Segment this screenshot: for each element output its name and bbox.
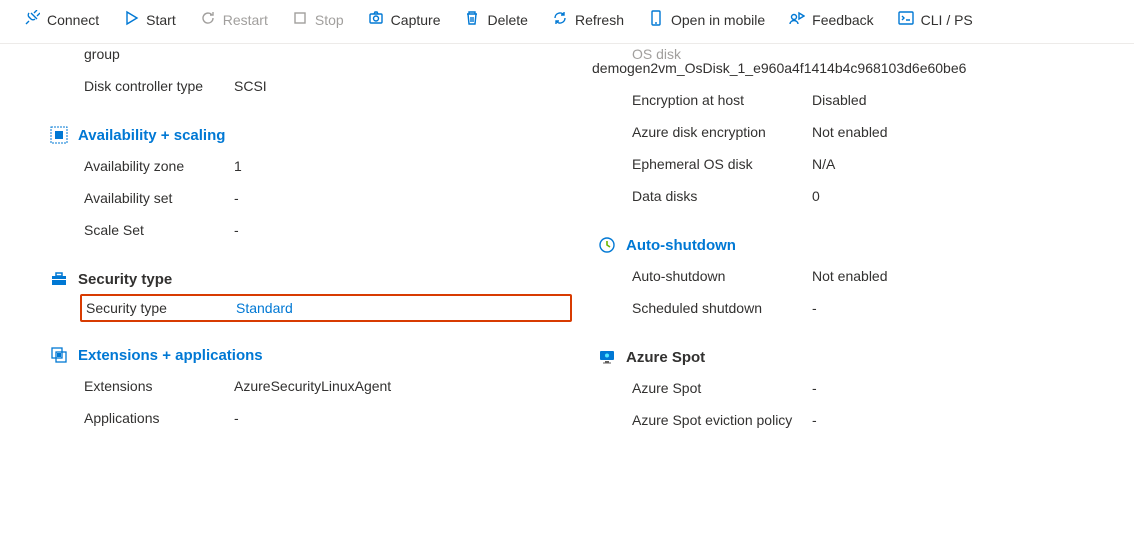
open-mobile-button[interactable]: Open in mobile (638, 6, 775, 33)
availability-scaling-section[interactable]: Availability + scaling (44, 102, 572, 150)
row-scale-set: Scale Set - (44, 214, 572, 246)
azure-spot-section: Azure Spot (592, 324, 1120, 372)
left-column: group Disk controller type SCSI Availabi… (14, 44, 582, 436)
security-type-title: Security type (78, 271, 172, 288)
delete-button[interactable]: Delete (454, 6, 537, 33)
extensions-label: Extensions (44, 378, 234, 394)
briefcase-icon (50, 270, 68, 288)
cli-ps-button[interactable]: CLI / PS (888, 6, 983, 33)
row-azure-spot: Azure Spot - (592, 372, 1120, 404)
refresh-button[interactable]: Refresh (542, 6, 634, 33)
monitor-icon (598, 348, 616, 366)
plug-icon (24, 10, 40, 29)
data-disks-label: Data disks (592, 188, 812, 204)
terminal-icon (898, 10, 914, 29)
row-eviction: Azure Spot eviction policy - (592, 404, 1120, 436)
sched-shutdown-label: Scheduled shutdown (592, 300, 812, 316)
mobile-icon (648, 10, 664, 29)
delete-label: Delete (487, 12, 527, 28)
cli-ps-label: CLI / PS (921, 12, 973, 28)
stop-label: Stop (315, 12, 344, 28)
clock-icon (598, 236, 616, 254)
feedback-button[interactable]: Feedback (779, 6, 883, 33)
enc-host-value: Disabled (812, 92, 1120, 108)
ephemeral-value: N/A (812, 156, 1120, 172)
auto-shutdown-label: Auto-shutdown (592, 268, 812, 284)
eviction-label: Azure Spot eviction policy (592, 412, 812, 428)
refresh-icon (552, 10, 568, 29)
row-os-disk-value: demogen2vm_OsDisk_1_e960a4f1414b4c968103… (592, 60, 1120, 84)
extensions-value: AzureSecurityLinuxAgent (234, 378, 572, 394)
avail-set-label: Availability set (44, 190, 234, 206)
feedback-icon (789, 10, 805, 29)
scaling-icon (50, 126, 68, 144)
azure-spot-value: - (812, 380, 1120, 396)
sched-shutdown-value: - (812, 300, 1120, 316)
restart-icon (200, 10, 216, 29)
refresh-label: Refresh (575, 12, 624, 28)
start-label: Start (146, 12, 176, 28)
row-data-disks: Data disks 0 (592, 180, 1120, 212)
azure-spot-label: Azure Spot (592, 380, 812, 396)
azure-spot-title: Azure Spot (626, 349, 705, 366)
start-button[interactable]: Start (113, 6, 186, 33)
capture-button[interactable]: Capture (358, 6, 451, 33)
availability-scaling-title: Availability + scaling (78, 127, 225, 144)
row-security-type: Security type Standard (80, 294, 572, 322)
auto-shutdown-value: Not enabled (812, 268, 1120, 284)
row-sched-shutdown: Scheduled shutdown - (592, 292, 1120, 324)
avail-set-value: - (234, 190, 572, 206)
trash-icon (464, 10, 480, 29)
camera-icon (368, 10, 384, 29)
row-azure-disk-enc: Azure disk encryption Not enabled (592, 116, 1120, 148)
disk-controller-value: SCSI (234, 78, 572, 94)
row-ephemeral: Ephemeral OS disk N/A (592, 148, 1120, 180)
row-auto-shutdown: Auto-shutdown Not enabled (592, 260, 1120, 292)
security-type-section: Security type (44, 246, 572, 294)
extensions-apps-title: Extensions + applications (78, 347, 263, 364)
restart-button: Restart (190, 6, 278, 33)
scale-set-label: Scale Set (44, 222, 234, 238)
scale-set-value: - (234, 222, 572, 238)
azure-disk-enc-label: Azure disk encryption (592, 124, 812, 140)
avail-zone-value: 1 (234, 158, 572, 174)
feedback-label: Feedback (812, 12, 873, 28)
row-group-cut: group (44, 38, 572, 70)
restart-label: Restart (223, 12, 268, 28)
security-type-label: Security type (82, 300, 236, 316)
row-enc-host: Encryption at host Disabled (592, 84, 1120, 116)
row-applications: Applications - (44, 402, 572, 434)
auto-shutdown-title: Auto-shutdown (626, 237, 736, 254)
stop-icon (292, 10, 308, 29)
ephemeral-label: Ephemeral OS disk (592, 156, 812, 172)
eviction-value: - (812, 412, 1120, 428)
right-column: OS disk demogen2vm_OsDisk_1_e960a4f1414b… (582, 44, 1120, 436)
row-avail-set: Availability set - (44, 182, 572, 214)
row-avail-zone: Availability zone 1 (44, 150, 572, 182)
row-disk-controller: Disk controller type SCSI (44, 70, 572, 102)
capture-label: Capture (391, 12, 441, 28)
group-label: group (44, 46, 234, 62)
play-icon (123, 10, 139, 29)
data-disks-value: 0 (812, 188, 1120, 204)
avail-zone-label: Availability zone (44, 158, 234, 174)
disk-controller-label: Disk controller type (44, 78, 234, 94)
connect-button[interactable]: Connect (14, 6, 109, 33)
applications-value: - (234, 410, 572, 426)
enc-host-label: Encryption at host (592, 92, 812, 108)
extensions-apps-section[interactable]: Extensions + applications (44, 322, 572, 370)
stop-button: Stop (282, 6, 354, 33)
row-extensions: Extensions AzureSecurityLinuxAgent (44, 370, 572, 402)
connect-label: Connect (47, 12, 99, 28)
extensions-icon (50, 346, 68, 364)
open-mobile-label: Open in mobile (671, 12, 765, 28)
auto-shutdown-section[interactable]: Auto-shutdown (592, 212, 1120, 260)
content-area: group Disk controller type SCSI Availabi… (0, 44, 1134, 436)
applications-label: Applications (44, 410, 234, 426)
azure-disk-enc-value: Not enabled (812, 124, 1120, 140)
os-disk-value: demogen2vm_OsDisk_1_e960a4f1414b4c968103… (592, 60, 1120, 76)
security-type-value[interactable]: Standard (236, 300, 570, 316)
